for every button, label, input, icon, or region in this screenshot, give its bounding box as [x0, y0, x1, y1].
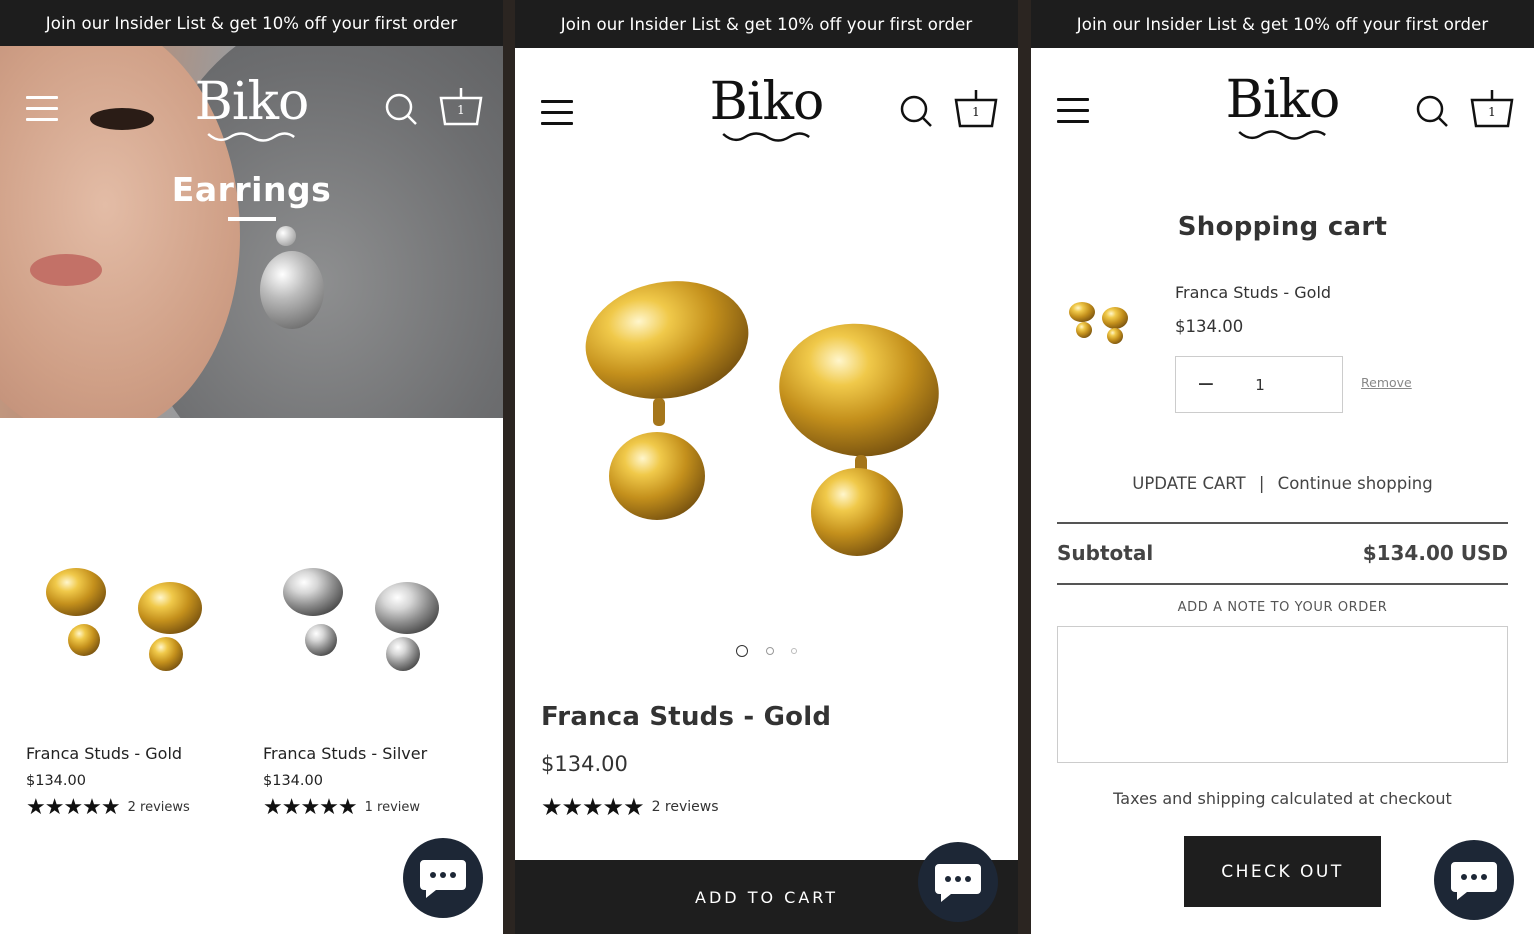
remove-item-link[interactable]: Remove	[1361, 375, 1412, 390]
product-title: Franca Studs - Gold	[541, 702, 832, 732]
chat-button[interactable]	[403, 838, 483, 918]
checkout-button[interactable]: CHECK OUT	[1184, 836, 1381, 907]
site-header: Biko 1	[0, 46, 503, 166]
brand-logo-text: Biko	[194, 72, 310, 132]
continue-shopping-link[interactable]: Continue shopping	[1278, 474, 1433, 493]
star-rating-icon: ★★★★★	[541, 793, 645, 821]
decrease-quantity-button[interactable]: −	[1176, 357, 1236, 412]
subtotal-value: $134.00 USD	[1362, 541, 1508, 565]
chat-button[interactable]	[918, 842, 998, 922]
gallery-pagination	[515, 640, 1018, 659]
hero-image-earring-top	[276, 226, 296, 246]
site-header: Biko 1	[1031, 48, 1534, 168]
product-image-silver	[283, 568, 439, 671]
divider	[1057, 583, 1508, 585]
review-count[interactable]: 1 review	[365, 800, 420, 815]
cart-item-price: $134.00	[1175, 317, 1244, 336]
hero-image-lips	[30, 254, 102, 286]
quantity-stepper[interactable]: − 1	[1175, 356, 1343, 413]
site-header: Biko 1	[515, 48, 1018, 168]
cart-count: 1	[1488, 105, 1496, 119]
tax-note: Taxes and shipping calculated at checkou…	[1113, 789, 1452, 808]
chat-bubble-icon	[935, 864, 981, 902]
menu-icon[interactable]	[541, 100, 573, 126]
product-rating: ★★★★★ 2 reviews	[26, 795, 256, 820]
chat-bubble-icon	[1451, 862, 1497, 900]
product-card-silver[interactable]: Franca Studs - Silver $134.00 ★★★★★ 1 re…	[263, 540, 493, 820]
star-rating-icon: ★★★★★	[26, 795, 121, 820]
quantity-value[interactable]: 1	[1236, 357, 1284, 412]
cart-item-name[interactable]: Franca Studs - Gold	[1175, 283, 1331, 302]
search-icon[interactable]	[899, 94, 933, 128]
logo-wave-icon	[722, 132, 811, 142]
cart-icon[interactable]: 1	[954, 88, 998, 128]
collection-screen: Join our Insider List & get 10% off your…	[0, 0, 503, 934]
update-cart-button[interactable]: UPDATE CART	[1132, 474, 1245, 493]
cart-count: 1	[972, 105, 980, 119]
review-count[interactable]: 2 reviews	[652, 799, 719, 815]
product-card-gold[interactable]: Franca Studs - Gold $134.00 ★★★★★ 2 revi…	[26, 540, 256, 820]
search-icon[interactable]	[384, 92, 418, 126]
cart-screen: Join our Insider List & get 10% off your…	[1031, 0, 1534, 934]
product-price: $134.00	[26, 773, 86, 789]
order-note-label: ADD A NOTE TO YOUR ORDER	[1177, 600, 1388, 615]
promo-banner[interactable]: Join our Insider List & get 10% off your…	[0, 0, 503, 46]
star-rating-icon: ★★★★★	[263, 795, 358, 820]
logo-wave-icon	[207, 132, 296, 142]
divider	[1057, 522, 1508, 524]
review-count[interactable]: 2 reviews	[128, 800, 190, 815]
order-note-field[interactable]	[1057, 626, 1508, 763]
product-price: $134.00	[541, 752, 628, 776]
collection-title: Earrings	[171, 170, 332, 209]
search-icon[interactable]	[1415, 94, 1449, 128]
cart-actions: UPDATE CART | Continue shopping	[1031, 474, 1534, 493]
cart-title: Shopping cart	[1177, 212, 1388, 242]
chat-bubble-icon	[420, 860, 466, 898]
product-name[interactable]: Franca Studs - Silver	[263, 744, 493, 763]
actions-separator: |	[1258, 474, 1265, 493]
product-rating: ★★★★★ 1 review	[263, 795, 493, 820]
cart-count: 1	[457, 103, 465, 117]
brand-logo[interactable]: Biko	[710, 76, 824, 144]
promo-banner[interactable]: Join our Insider List & get 10% off your…	[515, 0, 1018, 48]
product-rating: ★★★★★ 2 reviews	[541, 793, 719, 821]
brand-logo-text: Biko	[1225, 70, 1341, 130]
cart-item-thumbnail[interactable]	[1065, 300, 1135, 348]
promo-banner[interactable]: Join our Insider List & get 10% off your…	[1031, 0, 1534, 48]
menu-icon[interactable]	[1057, 98, 1089, 124]
gallery-dot[interactable]	[790, 647, 797, 654]
cart-icon[interactable]: 1	[1470, 88, 1514, 128]
gallery-dot[interactable]	[765, 646, 774, 655]
product-screen: Join our Insider List & get 10% off your…	[515, 0, 1018, 934]
menu-icon[interactable]	[26, 96, 58, 122]
product-gallery-image[interactable]	[515, 230, 1018, 630]
cart-icon[interactable]: 1	[439, 86, 483, 126]
product-name[interactable]: Franca Studs - Gold	[26, 744, 256, 763]
brand-logo[interactable]: Biko	[1226, 74, 1340, 142]
product-price: $134.00	[263, 773, 323, 789]
logo-wave-icon	[1238, 130, 1327, 140]
brand-logo[interactable]: Biko	[195, 76, 309, 144]
chat-button[interactable]	[1434, 840, 1514, 920]
product-image-gold	[46, 568, 202, 671]
subtotal-label: Subtotal	[1057, 541, 1154, 565]
brand-logo-text: Biko	[709, 72, 825, 132]
title-underline	[228, 217, 276, 221]
hero-image-earring	[260, 251, 324, 329]
gallery-dot-active[interactable]	[736, 644, 749, 657]
